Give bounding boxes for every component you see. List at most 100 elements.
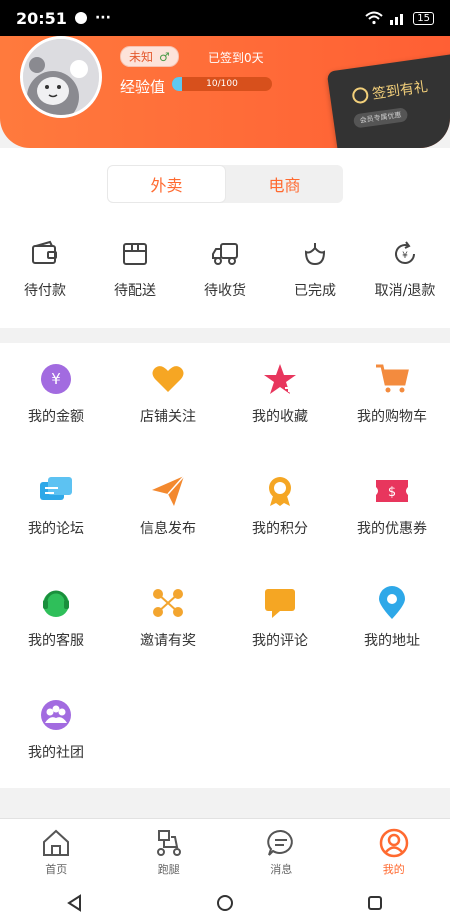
message-icon — [267, 829, 293, 856]
yen-icon: ¥ — [37, 362, 75, 396]
grid-item-label: 我的社团 — [28, 745, 84, 761]
battery-icon: 15 — [413, 11, 434, 25]
grid-item-publish[interactable]: 信息发布 — [112, 474, 224, 538]
grid-item-label: 邀请有奖 — [140, 633, 196, 649]
send-icon — [149, 474, 187, 508]
grid-item-points[interactable]: 我的积分 — [224, 474, 336, 538]
check-flower-icon — [304, 243, 326, 266]
signal-icon — [390, 14, 404, 25]
grid-item-label: 店铺关注 — [140, 409, 196, 425]
refund-icon: ¥ — [395, 241, 415, 264]
grid-item-label: 我的购物车 — [357, 409, 427, 425]
order-pending-receipt[interactable]: 待收货 — [180, 240, 270, 300]
wallet-icon — [32, 240, 57, 264]
exp-progress-bar: 10/100 — [172, 77, 272, 91]
grid-item-support[interactable]: 我的客服 — [0, 586, 112, 650]
tab-errand[interactable]: 跑腿 — [129, 819, 209, 882]
grid-item-label: 我的积分 — [252, 521, 308, 537]
medal-icon — [261, 474, 299, 508]
order-pending-delivery[interactable]: 待配送 — [90, 240, 180, 300]
grid-item-label: 我的论坛 — [28, 521, 84, 537]
order-label: 已完成 — [294, 283, 336, 299]
home-icon — [43, 829, 70, 856]
chat-icon — [37, 474, 75, 508]
order-label: 待配送 — [114, 283, 156, 299]
grid-item-forum[interactable]: 我的论坛 — [0, 474, 112, 538]
star-icon — [261, 362, 299, 396]
order-refund[interactable]: ¥ 取消/退款 — [360, 240, 450, 300]
status-icons: 15 — [365, 11, 434, 25]
cart-icon — [373, 362, 411, 396]
grid-item-club[interactable]: 我的社团 — [0, 698, 112, 762]
gender-label: 未知 — [129, 50, 154, 64]
grid-item-cart[interactable]: 我的购物车 — [336, 362, 448, 426]
svg-text:$: $ — [388, 485, 396, 500]
grid-item-favorites[interactable]: 我的收藏 — [224, 362, 336, 426]
status-time: 20:51 — [16, 8, 67, 28]
tab-label: 消息 — [270, 863, 293, 876]
profile-header: 未知 ♂ 已签到0天 经验值 10/100 签到有礼 会员专属优惠 — [0, 36, 450, 148]
grid-item-label: 信息发布 — [140, 521, 196, 537]
tab-messages[interactable]: 消息 — [241, 819, 321, 882]
comment-icon — [261, 586, 299, 620]
coupon-icon: $ — [373, 474, 411, 508]
tab-mine[interactable]: 我的 — [354, 819, 434, 882]
svg-text:¥: ¥ — [402, 251, 408, 261]
wifi-icon — [365, 11, 383, 25]
order-pending-payment[interactable]: 待付款 — [0, 240, 90, 300]
grid-item-label: 我的评论 — [252, 633, 308, 649]
signin-gift-title: 签到有礼 — [351, 76, 429, 106]
grid-item-balance[interactable]: ¥ 我的金额 — [0, 362, 112, 426]
signin-gift-card[interactable]: 签到有礼 会员专属优惠 — [326, 53, 450, 148]
heart-icon — [149, 362, 187, 396]
headset-icon — [37, 586, 75, 620]
location-icon — [373, 586, 411, 620]
grid-item-label: 我的金额 — [28, 409, 84, 425]
status-bar: 20:51 ··· 15 — [0, 0, 450, 36]
box-icon — [123, 243, 147, 265]
grid-item-coupons[interactable]: $ 我的优惠券 — [336, 474, 448, 538]
male-icon: ♂ — [159, 49, 170, 64]
home-circle-icon[interactable] — [216, 894, 234, 912]
back-icon[interactable] — [66, 893, 84, 912]
grid-item-label: 我的客服 — [28, 633, 84, 649]
user-icon — [379, 828, 408, 858]
exp-label: 经验值 — [120, 78, 166, 96]
segment-ecommerce[interactable]: 电商 — [226, 165, 343, 203]
order-status-row: 待付款 待配送 待收货 已完成 ¥ 取消/退款 — [0, 240, 450, 300]
order-label: 待付款 — [24, 283, 66, 299]
bottom-tab-bar: 首页 跑腿 消息 我的 — [0, 818, 450, 882]
order-label: 待收货 — [204, 283, 246, 299]
order-completed[interactable]: 已完成 — [270, 240, 360, 300]
gender-tag: 未知 ♂ — [120, 46, 179, 67]
tab-label: 首页 — [45, 863, 68, 876]
grid-item-followed-shops[interactable]: 店铺关注 — [112, 362, 224, 426]
svg-text:¥: ¥ — [51, 370, 61, 388]
recents-icon[interactable] — [366, 894, 384, 912]
scooter-icon — [156, 830, 181, 856]
signin-gift-label: 签到有礼 — [371, 79, 429, 103]
notification-dot-icon — [74, 12, 87, 24]
order-label: 取消/退款 — [374, 283, 436, 299]
avatar[interactable] — [20, 36, 102, 118]
segment-control: 外卖 电商 — [107, 165, 343, 203]
cartoon-avatar-icon — [23, 39, 99, 115]
signin-days-text: 已签到0天 — [208, 51, 264, 65]
grid-item-invite[interactable]: 邀请有奖 — [112, 586, 224, 650]
more-dots: ··· — [94, 10, 111, 26]
grid-item-label: 我的优惠券 — [357, 521, 427, 537]
exp-value: 10/100 — [206, 79, 238, 89]
group-icon — [37, 698, 75, 732]
grid-item-label: 我的地址 — [364, 633, 420, 649]
share-icon — [149, 586, 187, 620]
grid-item-reviews[interactable]: 我的评论 — [224, 586, 336, 650]
grid-item-address[interactable]: 我的地址 — [336, 586, 448, 650]
tab-label: 我的 — [382, 863, 405, 876]
member-badge: 会员专属优惠 — [352, 107, 409, 129]
system-nav-bar — [0, 882, 450, 923]
tab-home[interactable]: 首页 — [16, 819, 96, 882]
tab-label: 跑腿 — [157, 863, 180, 876]
coin-icon — [351, 86, 370, 105]
truck-icon — [212, 243, 238, 265]
segment-takeout[interactable]: 外卖 — [107, 165, 226, 203]
